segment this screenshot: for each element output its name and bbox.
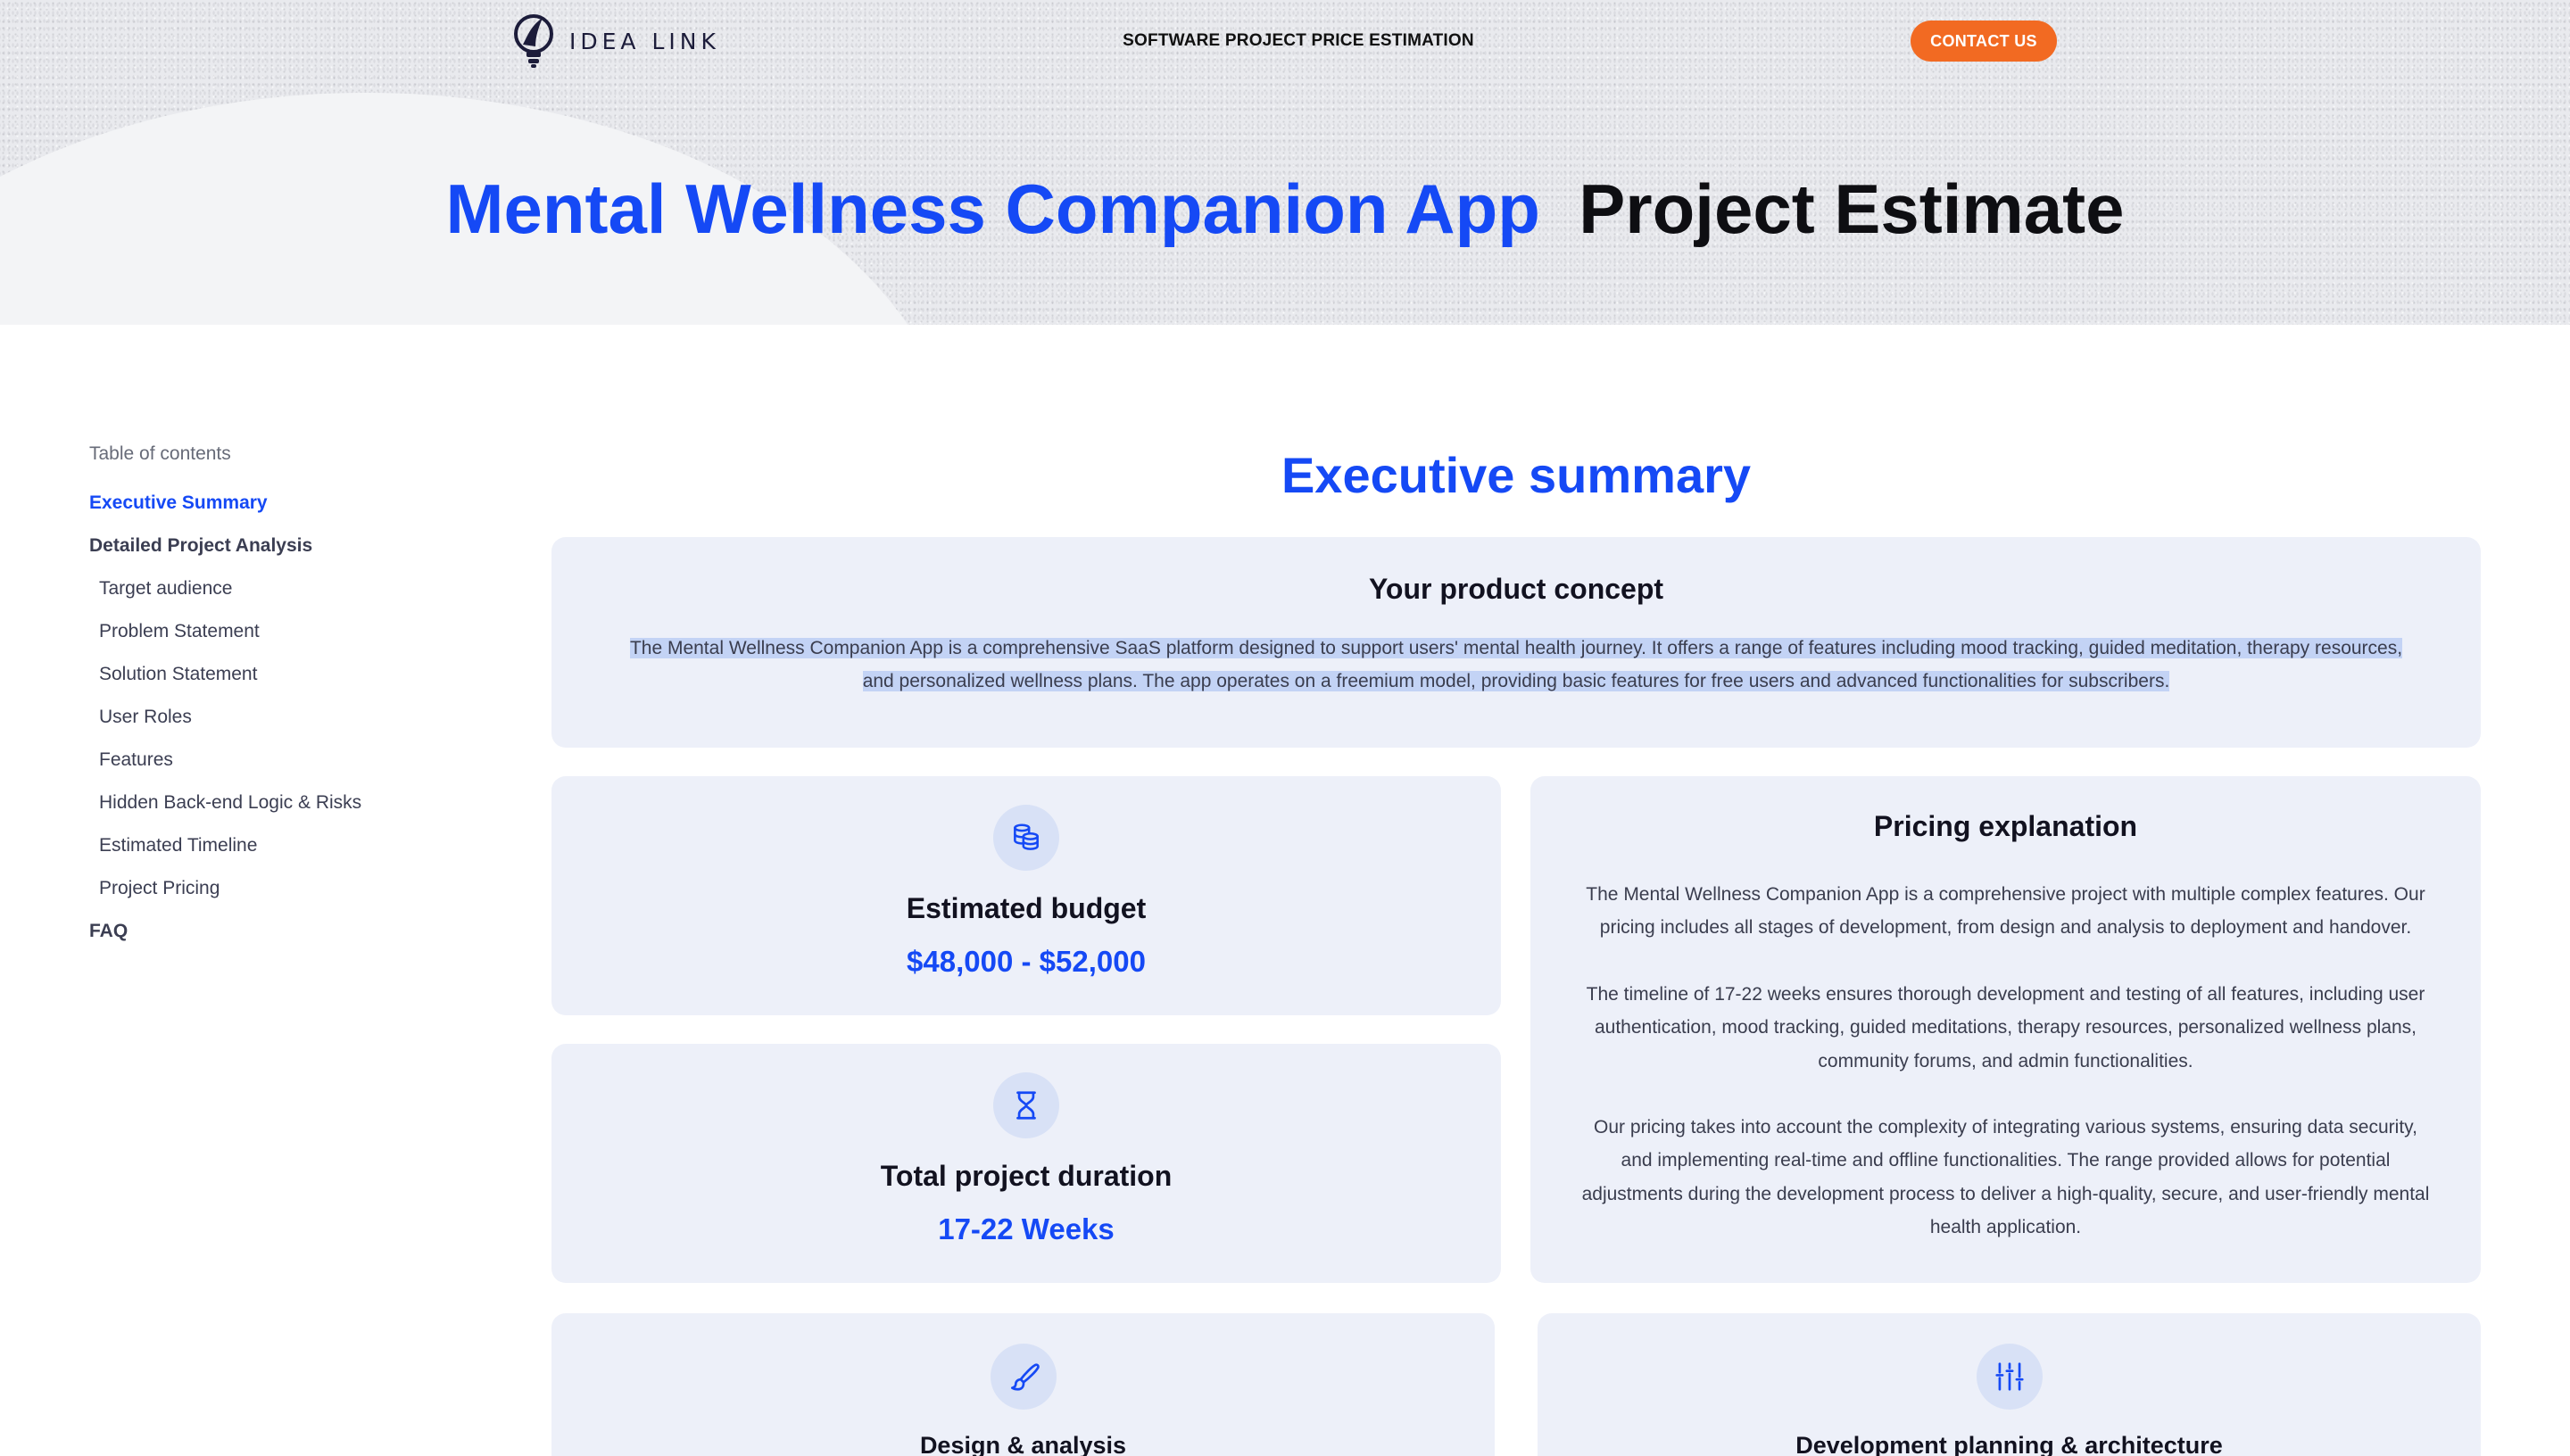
toc-item-problem-statement[interactable]: Problem Statement bbox=[89, 610, 446, 653]
toc-item-hidden-backend-logic[interactable]: Hidden Back-end Logic & Risks bbox=[89, 782, 446, 824]
estimated-budget-card: Estimated budget $48,000 - $52,000 bbox=[551, 776, 1501, 1015]
brush-icon bbox=[990, 1344, 1057, 1410]
toc-item-target-audience[interactable]: Target audience bbox=[89, 567, 446, 610]
page-title-suffix: Project Estimate bbox=[1579, 170, 2125, 248]
pricing-paragraph: The Mental Wellness Companion App is a c… bbox=[1586, 884, 2425, 939]
project-duration-heading: Total project duration bbox=[880, 1160, 1173, 1192]
pricing-paragraph: Our pricing takes into account the compl… bbox=[1581, 1117, 2430, 1238]
design-analysis-card: Design & analysis bbox=[551, 1313, 1495, 1456]
pricing-explanation-heading: Pricing explanation bbox=[1873, 810, 2138, 842]
selected-text[interactable]: The Mental Wellness Companion App is a c… bbox=[629, 638, 2403, 691]
toc-heading: Table of contents bbox=[89, 443, 231, 464]
toc-item-features[interactable]: Features bbox=[89, 739, 446, 782]
page-title: Mental Wellness Companion App Project Es… bbox=[0, 164, 2570, 253]
section-title: Executive summary bbox=[1281, 447, 1752, 503]
product-concept-card: Your product concept The Mental Wellness… bbox=[551, 537, 2481, 748]
contact-us-button[interactable]: CONTACT US bbox=[1911, 21, 2057, 62]
sliders-icon bbox=[1976, 1344, 2043, 1410]
toc-item-detailed-project-analysis[interactable]: Detailed Project Analysis bbox=[89, 525, 446, 567]
toc-item-solution-statement[interactable]: Solution Statement bbox=[89, 653, 446, 696]
lightbulb-logo-icon bbox=[514, 14, 553, 68]
toc-item-estimated-timeline[interactable]: Estimated Timeline bbox=[89, 824, 446, 867]
product-concept-heading: Your product concept bbox=[1368, 573, 1664, 605]
toc-item-user-roles[interactable]: User Roles bbox=[89, 696, 446, 739]
coins-icon bbox=[993, 805, 1059, 871]
pricing-explanation-body: The Mental Wellness Companion App is a c… bbox=[1579, 878, 2433, 1245]
estimated-budget-value: $48,000 - $52,000 bbox=[907, 945, 1146, 978]
nav-title: SOFTWARE PROJECT PRICE ESTIMATION bbox=[1123, 31, 1474, 50]
development-planning-heading: Development planning & architecture bbox=[1795, 1432, 2223, 1456]
page-title-project-name: Mental Wellness Companion App bbox=[445, 170, 1540, 248]
pricing-explanation-card: Pricing explanation The Mental Wellness … bbox=[1530, 776, 2481, 1283]
project-duration-card: Total project duration 17-22 Weeks bbox=[551, 1044, 1501, 1283]
toc-item-project-pricing[interactable]: Project Pricing bbox=[89, 867, 446, 910]
table-of-contents: Table of contents Executive Summary Deta… bbox=[89, 439, 446, 953]
estimated-budget-heading: Estimated budget bbox=[906, 892, 1147, 924]
product-concept-text: The Mental Wellness Companion App is a c… bbox=[618, 632, 2415, 698]
design-analysis-heading: Design & analysis bbox=[919, 1432, 1127, 1456]
toc-item-executive-summary[interactable]: Executive Summary bbox=[89, 482, 446, 525]
pricing-paragraph: The timeline of 17-22 weeks ensures thor… bbox=[1586, 983, 2425, 1071]
logo-text: IDEA LINK bbox=[569, 28, 720, 54]
toc-item-faq[interactable]: FAQ bbox=[89, 910, 446, 953]
logo[interactable]: IDEA LINK bbox=[512, 12, 720, 70]
hourglass-icon bbox=[993, 1072, 1059, 1138]
project-duration-value: 17-22 Weeks bbox=[938, 1212, 1115, 1245]
hero-header: IDEA LINK SOFTWARE PROJECT PRICE ESTIMAT… bbox=[0, 0, 2570, 325]
development-planning-card: Development planning & architecture bbox=[1538, 1313, 2481, 1456]
